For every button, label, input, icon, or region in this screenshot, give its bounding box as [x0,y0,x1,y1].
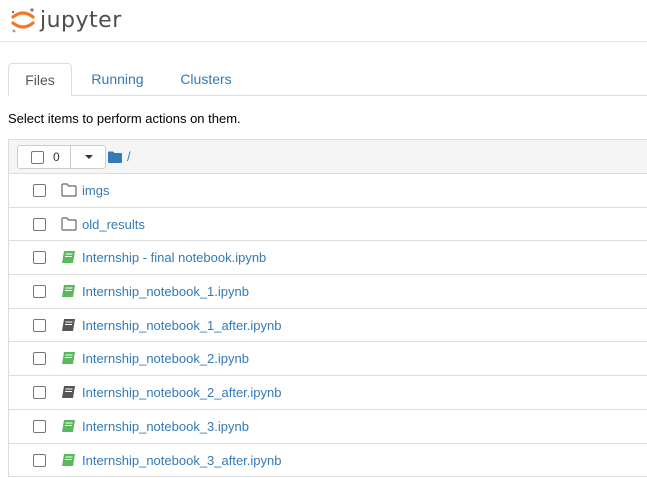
tab-clusters[interactable]: Clusters [167,63,245,96]
tab-files[interactable]: Files [8,63,72,96]
tab-bar: Files Running Clusters [8,63,647,96]
list-item: Internship_notebook_2.ipynb [8,342,647,377]
notebook-icon [62,386,75,399]
file-link[interactable]: old_results [82,217,145,232]
folder-icon [61,217,77,231]
file-link[interactable]: Internship_notebook_3_after.ipynb [82,453,282,468]
file-link[interactable]: Internship - final notebook.ipynb [82,250,266,265]
notebook-icon [62,419,75,432]
notebook-icon [62,453,75,466]
file-link[interactable]: Internship_notebook_2.ipynb [82,351,249,366]
logo-text: jupyter [40,7,122,33]
row-checkbox[interactable] [33,285,46,299]
selection-hint: Select items to perform actions on them. [8,111,241,126]
list-item: Internship_notebook_2_after.ipynb [8,376,647,410]
select-dropdown-button[interactable] [70,145,106,169]
jupyter-logo[interactable]: jupyter [10,4,122,36]
breadcrumb-root[interactable]: / [127,149,131,164]
row-checkbox[interactable] [33,419,46,433]
jupyter-logo-icon [11,8,35,33]
row-checkbox[interactable] [33,251,46,265]
file-link[interactable]: Internship_notebook_3.ipynb [82,419,249,434]
file-link[interactable]: Internship_notebook_2_after.ipynb [82,385,282,400]
select-all-group: 0 [17,145,106,169]
notebook-icon [62,285,75,298]
file-link[interactable]: Internship_notebook_1.ipynb [82,284,249,299]
breadcrumb[interactable]: / [108,149,131,164]
tab-running[interactable]: Running [77,63,158,96]
file-list-header: 0 / [8,139,647,174]
header: jupyter [0,0,647,42]
file-list: imgs old_results Internship - final note… [8,174,647,478]
select-all-checkbox[interactable] [31,151,44,164]
notebook-icon [62,318,75,331]
notebook-icon [62,352,75,365]
list-item: Internship - final notebook.ipynb [8,241,647,276]
list-item: old_results [8,207,647,242]
folder-icon [61,183,77,197]
folder-open-icon [108,151,122,163]
file-link[interactable]: Internship_notebook_1_after.ipynb [82,318,282,333]
list-item: Internship_notebook_1.ipynb [8,275,647,309]
list-item: Internship_notebook_3.ipynb [8,409,647,444]
selected-count: 0 [53,150,60,164]
row-checkbox[interactable] [33,217,46,231]
file-link[interactable]: imgs [82,183,109,198]
row-checkbox[interactable] [33,352,46,366]
list-item: imgs [8,174,647,208]
list-item: Internship_notebook_1_after.ipynb [8,308,647,343]
caret-down-icon [85,155,93,159]
row-checkbox[interactable] [33,318,46,332]
row-checkbox[interactable] [33,386,46,400]
row-checkbox[interactable] [33,184,46,197]
row-checkbox[interactable] [33,453,46,467]
list-item: Internship_notebook_3_after.ipynb [8,443,647,478]
notebook-icon [62,251,75,264]
